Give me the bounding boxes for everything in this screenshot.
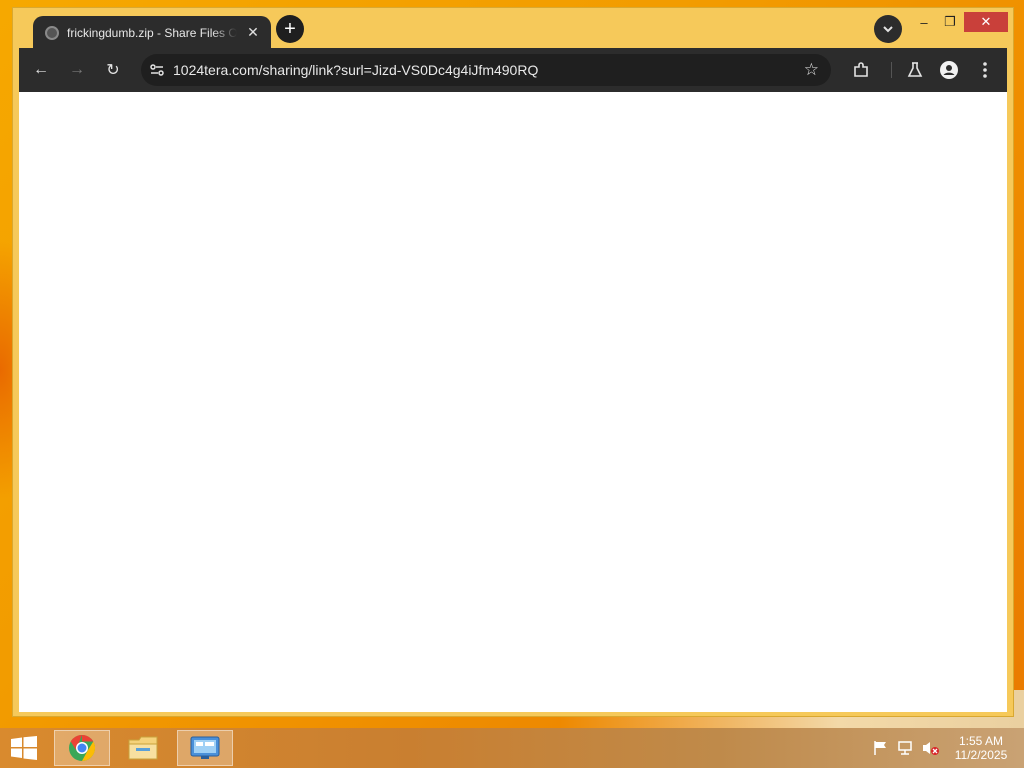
minimize-button[interactable]: – <box>913 12 935 32</box>
close-window-button[interactable]: ✕ <box>964 12 1008 32</box>
windows-start-icon[interactable] <box>10 736 38 760</box>
toolbar-divider <box>891 62 892 78</box>
address-bar[interactable]: 1024tera.com/sharing/link?surl=Jizd-VS0D… <box>141 54 831 86</box>
browser-tab[interactable]: frickingdumb.zip - Share Files O ✕ <box>33 16 271 49</box>
labs-flask-icon <box>907 62 923 77</box>
folder-icon <box>128 736 158 760</box>
menu-kebab-icon <box>983 62 987 78</box>
taskbar-chrome-button[interactable] <box>54 730 110 766</box>
tab-search-button[interactable] <box>874 15 902 43</box>
browser-window: frickingdumb.zip - Share Files O ✕ + – ❐… <box>12 7 1014 717</box>
url-text[interactable]: 1024tera.com/sharing/link?surl=Jizd-VS0D… <box>173 62 538 78</box>
taskbar-file-explorer-button[interactable] <box>115 730 171 766</box>
taskbar: 1:55 AM 11/2/2025 <box>0 728 1024 768</box>
site-settings-icon[interactable] <box>149 62 165 78</box>
remote-desktop-icon <box>190 736 220 759</box>
back-button[interactable]: ← <box>29 58 53 82</box>
labs-button[interactable] <box>903 58 927 82</box>
reload-button[interactable]: ↻ <box>101 58 125 82</box>
page-content[interactable] <box>19 92 1007 712</box>
tab-title: frickingdumb.zip - Share Files O <box>67 25 238 40</box>
maximize-button[interactable]: ❐ <box>939 12 961 32</box>
extensions-button[interactable] <box>849 58 873 82</box>
profile-button[interactable] <box>937 58 961 82</box>
tab-close-icon[interactable]: ✕ <box>245 24 261 41</box>
new-tab-icon: + <box>284 18 296 40</box>
taskbar-remote-desktop-button[interactable] <box>177 730 233 766</box>
tab-favicon-icon <box>45 25 59 40</box>
profile-icon <box>940 61 958 79</box>
title-bar[interactable]: frickingdumb.zip - Share Files O ✕ + – ❐… <box>13 8 1013 49</box>
clock-time: 1:55 AM <box>958 734 1004 748</box>
volume-muted-icon[interactable] <box>922 740 940 756</box>
new-tab-button[interactable]: + <box>276 15 304 43</box>
system-clock[interactable]: 1:55 AM 11/2/2025 <box>948 734 1014 762</box>
browser-toolbar: ← → ↻ 1024tera.com/sharing/link?surl=Jiz… <box>19 48 1007 92</box>
tab-search-icon <box>883 26 893 33</box>
bookmark-star-icon[interactable]: ☆ <box>804 60 819 80</box>
action-center-flag-icon[interactable] <box>872 740 890 756</box>
extensions-icon <box>854 62 868 77</box>
chrome-icon <box>69 734 96 762</box>
forward-button[interactable]: → <box>65 58 89 82</box>
network-icon[interactable] <box>897 740 915 756</box>
menu-button[interactable] <box>973 58 997 82</box>
clock-date: 11/2/2025 <box>954 748 1008 762</box>
